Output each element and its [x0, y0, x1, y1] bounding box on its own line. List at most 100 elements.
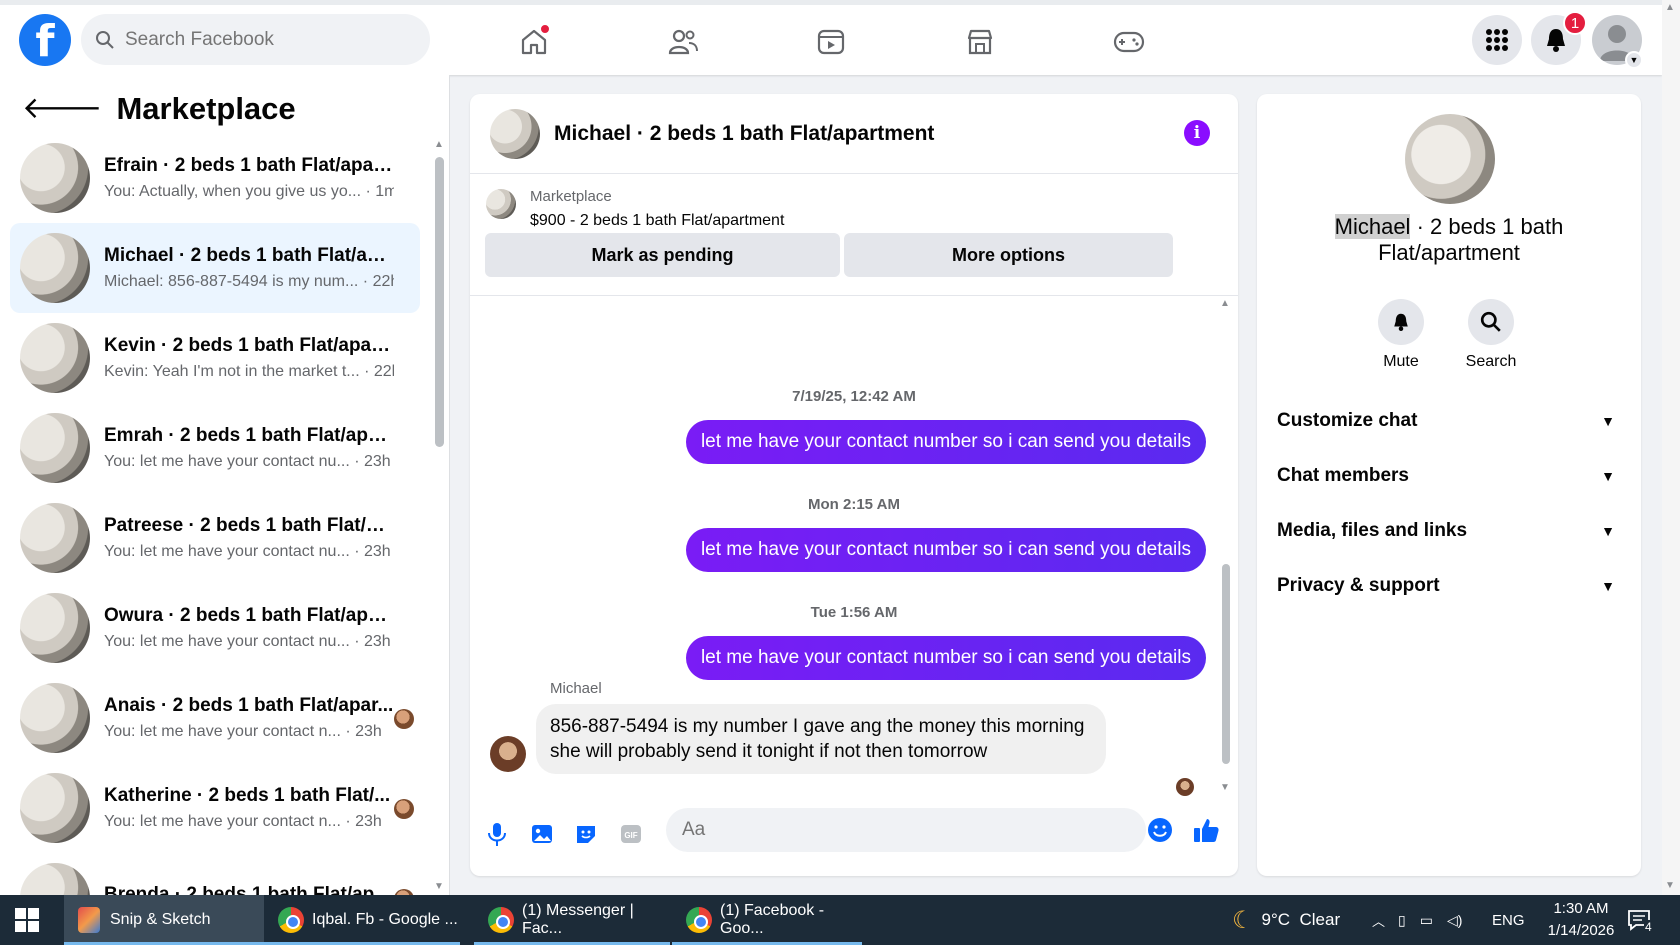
- taskbar-snip-sketch[interactable]: Snip & Sketch: [64, 895, 264, 945]
- incoming-message[interactable]: 856-887-5494 is my number I gave ang the…: [536, 704, 1106, 774]
- video-nav[interactable]: [811, 22, 851, 62]
- clock[interactable]: 1:30 AM 1/14/2026: [1538, 895, 1624, 945]
- action-center-count: 4: [1644, 920, 1653, 934]
- chevron-down-icon: ▼: [1601, 468, 1615, 484]
- message-timestamp: Mon 2:15 AM: [808, 496, 900, 513]
- scroll-down-arrow-icon[interactable]: ▼: [434, 881, 444, 892]
- conversation-item[interactable]: Owura · 2 beds 1 bath Flat/apart... You: …: [10, 583, 420, 673]
- page-scroll-up-icon[interactable]: ▲: [1665, 2, 1675, 13]
- conversation-item[interactable]: Anais · 2 beds 1 bath Flat/apar... You: l…: [10, 673, 420, 763]
- back-arrow-icon[interactable]: 🡐: [22, 94, 102, 124]
- sidebar-scrollbar[interactable]: [435, 157, 444, 447]
- chrome-icon: [686, 907, 712, 933]
- conversation-preview: You: let me have your contact nu... · 23…: [104, 453, 391, 470]
- action-center-button[interactable]: 4: [1626, 895, 1666, 945]
- marketplace-nav[interactable]: [960, 22, 1000, 62]
- info-icon[interactable]: i: [1184, 120, 1210, 146]
- gaming-nav[interactable]: [1109, 22, 1149, 62]
- chat-panel: Michael · 2 beds 1 bath Flat/apartment i…: [470, 94, 1238, 876]
- conversation-item[interactable]: Efrain · 2 beds 1 bath Flat/apart... You:…: [10, 133, 420, 223]
- outgoing-message[interactable]: let me have your contact number so i can…: [685, 420, 1206, 464]
- conversation-item[interactable]: Katherine · 2 beds 1 bath Flat/... You: l…: [10, 763, 420, 853]
- emoji-icon[interactable]: [1146, 816, 1174, 844]
- conversation-list: Efrain · 2 beds 1 bath Flat/apart... You:…: [10, 133, 420, 943]
- listing-source-label: Marketplace: [530, 188, 612, 205]
- mark-pending-button[interactable]: Mark as pending: [485, 233, 840, 277]
- notifications-button[interactable]: 1: [1531, 11, 1587, 65]
- notification-badge: 1: [1563, 11, 1587, 35]
- chat-members-row[interactable]: Chat members ▼: [1277, 456, 1621, 496]
- chat-header-avatar[interactable]: [490, 108, 540, 159]
- taskbar-chrome-iqbal[interactable]: Iqbal. Fb - Google ...: [264, 895, 460, 945]
- sender-avatar[interactable]: [490, 736, 526, 772]
- conversation-preview: Michael: 856-887-5494 is my num... · 22h: [104, 273, 394, 290]
- gif-icon[interactable]: GIF: [617, 820, 645, 848]
- thumbs-up-icon[interactable]: [1192, 816, 1220, 844]
- customize-chat-row[interactable]: Customize chat ▼: [1277, 401, 1621, 441]
- incoming-message-line: 856-887-5494 is my number I gave ang the…: [550, 716, 1085, 737]
- volume-icon[interactable]: ◁): [1447, 912, 1462, 929]
- conversation-preview: You: let me have your contact nu... · 23…: [104, 543, 391, 560]
- taskbar-item-label: Iqbal. Fb - Google ...: [312, 911, 458, 928]
- message-timestamp: 7/19/25, 12:42 AM: [792, 388, 916, 405]
- mute-label: Mute: [1383, 353, 1419, 370]
- conversation-item[interactable]: Michael · 2 beds 1 bath Flat/apa... Micha…: [10, 223, 420, 313]
- input-language[interactable]: ENG: [1492, 895, 1525, 945]
- more-options-button[interactable]: More options: [844, 233, 1173, 277]
- search-action[interactable]: Search: [1451, 299, 1531, 371]
- weather-widget[interactable]: ☾ 9°C Clear: [1232, 895, 1340, 945]
- chevron-down-icon: ▼: [1601, 523, 1615, 539]
- search-input[interactable]: [125, 28, 405, 51]
- taskbar-chrome-facebook[interactable]: (1) Facebook - Goo...: [672, 895, 862, 945]
- facebook-logo-icon[interactable]: f: [19, 14, 71, 66]
- tray-overflow-chevron-icon[interactable]: ︿: [1372, 895, 1385, 945]
- details-name-line2: Flat/apartment: [1378, 240, 1520, 265]
- conversation-item[interactable]: Kevin · 2 beds 1 bath Flat/apart... Kevin…: [10, 313, 420, 403]
- page-scrollbar[interactable]: [1662, 0, 1680, 895]
- mic-icon[interactable]: [483, 820, 511, 848]
- read-receipt-avatar: [394, 799, 414, 819]
- listing-title[interactable]: $900 - 2 beds 1 bath Flat/apartment: [530, 212, 784, 230]
- taskbar-chrome-messenger[interactable]: (1) Messenger | Fac...: [474, 895, 670, 945]
- conversation-avatar: [20, 413, 90, 483]
- section-label: Chat members: [1277, 465, 1409, 486]
- conversation-name: Kevin · 2 beds 1 bath Flat/apart...: [104, 335, 394, 356]
- conversation-text: Michael · 2 beds 1 bath Flat/apa... Micha…: [104, 245, 394, 291]
- search-box[interactable]: [81, 14, 430, 65]
- windows-start-icon[interactable]: [14, 907, 40, 933]
- page-scroll-down-icon[interactable]: ▼: [1665, 880, 1675, 891]
- message-input[interactable]: [682, 819, 1102, 841]
- conversation-item[interactable]: Emrah · 2 beds 1 bath Flat/apart... You: …: [10, 403, 420, 493]
- network-icon[interactable]: ▭: [1420, 912, 1433, 929]
- search-conversation-button[interactable]: [1468, 299, 1514, 345]
- battery-icon[interactable]: ▯: [1398, 912, 1406, 929]
- message-input-wrapper[interactable]: [666, 808, 1146, 852]
- mute-action[interactable]: Mute: [1361, 299, 1441, 371]
- top-navigation-bar: f 1 ▼: [0, 0, 1662, 75]
- chat-title[interactable]: Michael · 2 beds 1 bath Flat/apartment: [554, 122, 934, 146]
- privacy-support-row[interactable]: Privacy & support ▼: [1277, 566, 1621, 606]
- chat-scroll-up-icon[interactable]: ▲: [1220, 298, 1230, 309]
- outgoing-message[interactable]: let me have your contact number so i can…: [685, 636, 1206, 680]
- chat-scrollbar[interactable]: [1222, 564, 1230, 764]
- menu-grid-icon: [1486, 29, 1508, 51]
- media-files-links-row[interactable]: Media, files and links ▼: [1277, 511, 1621, 551]
- account-chevron-down-icon[interactable]: ▼: [1625, 51, 1643, 69]
- friends-nav[interactable]: [663, 22, 703, 62]
- chat-scroll-down-icon[interactable]: ▼: [1220, 782, 1230, 793]
- search-icon: [1480, 311, 1501, 332]
- menu-button[interactable]: [1472, 15, 1522, 65]
- conversation-text: Anais · 2 beds 1 bath Flat/apar... You: l…: [104, 695, 394, 741]
- conversation-text: Efrain · 2 beds 1 bath Flat/apart... You:…: [104, 155, 394, 201]
- conversation-item[interactable]: Patreese · 2 beds 1 bath Flat/apa... You:…: [10, 493, 420, 583]
- mute-button[interactable]: [1378, 299, 1424, 345]
- details-avatar[interactable]: [1405, 114, 1495, 204]
- section-label: Privacy & support: [1277, 575, 1440, 596]
- home-nav[interactable]: [514, 22, 554, 62]
- outgoing-message[interactable]: let me have your contact number so i can…: [685, 528, 1206, 572]
- section-label: Customize chat: [1277, 410, 1418, 431]
- sticker-icon[interactable]: [572, 820, 600, 848]
- image-icon[interactable]: [528, 820, 556, 848]
- scroll-up-arrow-icon[interactable]: ▲: [434, 139, 444, 150]
- conversation-avatar: [20, 503, 90, 573]
